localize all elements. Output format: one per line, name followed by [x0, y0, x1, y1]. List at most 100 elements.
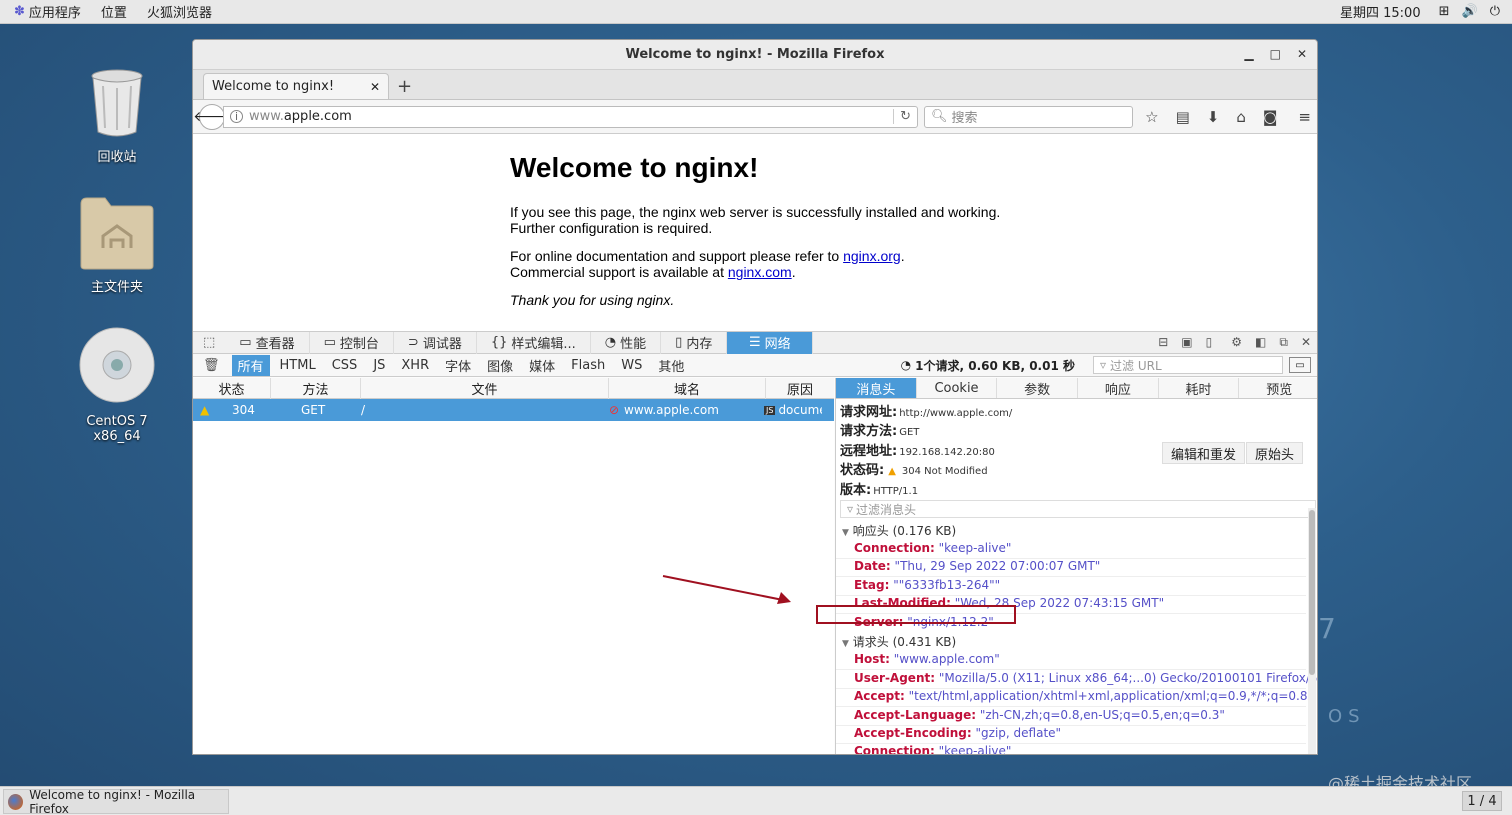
- network-icon[interactable]: ⊞: [1439, 4, 1450, 19]
- table-row[interactable]: ▲ 304 GET / ⊘ www.apple.com JS document: [193, 399, 834, 421]
- scratchpad-icon[interactable]: ▣: [1181, 335, 1192, 350]
- power-icon[interactable]: ⏻: [1490, 4, 1500, 19]
- header-key: Accept-Encoding:: [854, 726, 972, 740]
- tab-console[interactable]: ▭ 控制台: [310, 331, 394, 354]
- header-key: User-Agent:: [854, 671, 936, 685]
- details-scrollbar[interactable]: [1308, 508, 1316, 754]
- home-icon[interactable]: ⌂: [1236, 108, 1246, 126]
- tab-headers[interactable]: 消息头: [836, 378, 917, 398]
- raw-headers-button[interactable]: 原始头: [1246, 442, 1304, 464]
- tab-preview[interactable]: 预览: [1239, 378, 1317, 398]
- header-value: "zh-CN,zh;q=0.8,en-US;q=0.5,en;q=0.3": [976, 708, 1225, 722]
- nginx-com-link[interactable]: nginx.com: [728, 264, 792, 280]
- element-picker-icon[interactable]: ⬚: [193, 335, 225, 350]
- filter-fonts[interactable]: 字体: [439, 355, 477, 376]
- tab-response[interactable]: 响应: [1078, 378, 1159, 398]
- responsive-design-icon[interactable]: ▯: [1206, 335, 1213, 350]
- tab-params[interactable]: 参数: [997, 378, 1079, 398]
- places-menu[interactable]: 位置: [101, 2, 127, 21]
- reload-icon[interactable]: ↻: [893, 109, 911, 124]
- tab-inspector[interactable]: ▭ 查看器: [225, 331, 310, 354]
- filter-images[interactable]: 图像: [481, 355, 519, 376]
- toggle-details-icon[interactable]: ▭: [1289, 357, 1311, 373]
- filter-xhr[interactable]: XHR: [395, 357, 435, 374]
- minimize-icon[interactable]: ▁: [1244, 47, 1253, 61]
- clock[interactable]: 星期四 15:00: [1340, 2, 1421, 21]
- inspector-icon: ▭: [239, 335, 252, 350]
- dock-side-icon[interactable]: ◧: [1255, 335, 1266, 350]
- bookmark-star-icon[interactable]: ☆: [1145, 108, 1158, 126]
- col-domain[interactable]: 域名: [609, 377, 766, 399]
- desktop-home-folder[interactable]: 主文件夹: [62, 196, 172, 295]
- tab-close-icon[interactable]: ✕: [370, 80, 380, 94]
- header-filter-input[interactable]: ▿ 过滤消息头: [840, 500, 1316, 518]
- summary-status-label: 状态码:: [840, 463, 885, 478]
- filter-flash[interactable]: Flash: [565, 357, 611, 374]
- clear-trash-icon[interactable]: 🗑︎: [203, 358, 220, 373]
- scrollbar-thumb[interactable]: [1309, 510, 1315, 675]
- response-headers-section[interactable]: ▼ 响应头 (0.176 KB): [842, 522, 956, 539]
- maximize-icon[interactable]: □: [1270, 47, 1281, 61]
- tab-debugger[interactable]: ⊃ 调试器: [394, 331, 477, 354]
- back-arrow-icon[interactable]: 🡐: [193, 103, 231, 130]
- nginx-org-link[interactable]: nginx.org: [843, 248, 901, 264]
- filter-html[interactable]: HTML: [274, 357, 322, 374]
- close-icon[interactable]: ✕: [1297, 47, 1307, 61]
- tab-timings[interactable]: 耗时: [1159, 378, 1240, 398]
- tab-performance[interactable]: ◔ 性能: [591, 331, 662, 354]
- page-heading: Welcome to nginx!: [510, 152, 759, 183]
- request-header-row: Accept-Language: "zh-CN,zh;q=0.8,en-US;q…: [854, 708, 1225, 722]
- tab-cookies[interactable]: Cookie: [917, 378, 998, 398]
- filter-css[interactable]: CSS: [326, 357, 364, 374]
- pocket-icon[interactable]: ◙: [1263, 108, 1278, 126]
- volume-icon[interactable]: 🔊: [1462, 4, 1478, 19]
- info-icon[interactable]: i: [230, 110, 243, 123]
- top-panel: ✽ 应用程序 位置 火狐浏览器 星期四 15:00 ⊞ 🔊 ⏻: [0, 0, 1512, 24]
- tab-style-editor[interactable]: {} 样式编辑...: [477, 331, 591, 354]
- downloads-icon[interactable]: ⬇: [1207, 108, 1220, 126]
- reading-list-icon[interactable]: ▤: [1176, 108, 1190, 126]
- col-cause[interactable]: 原因: [766, 378, 834, 399]
- undock-icon[interactable]: ⧉: [1279, 335, 1288, 350]
- split-console-icon[interactable]: ⊟: [1158, 335, 1168, 350]
- search-bar[interactable]: 🔍︎ 搜索: [923, 105, 1134, 128]
- filter-js[interactable]: JS: [367, 357, 391, 374]
- url-bar[interactable]: i www. apple.com ↻: [223, 105, 918, 128]
- desktop-disc[interactable]: CentOS 7 x86_64: [62, 326, 172, 444]
- header-filter-icon: ▿: [847, 502, 854, 516]
- header-filter-placeholder: 过滤消息头: [856, 502, 917, 517]
- firefox-menu[interactable]: 火狐浏览器: [147, 2, 212, 21]
- response-section-label: 响应头 (0.176 KB): [852, 524, 957, 538]
- browser-tab[interactable]: Welcome to nginx! ✕: [203, 73, 389, 99]
- applications-menu[interactable]: 应用程序: [29, 2, 81, 21]
- col-status[interactable]: 状态: [193, 377, 271, 399]
- filter-ws[interactable]: WS: [615, 357, 648, 374]
- filter-media[interactable]: 媒体: [523, 355, 561, 376]
- intro-paragraph: If you see this page, the nginx web serv…: [510, 204, 1070, 236]
- hamburger-menu-icon[interactable]: ≡: [1298, 108, 1311, 126]
- network-filter-bar: 🗑︎ 所有 HTML CSS JS XHR 字体 图像 媒体 Flash WS …: [193, 354, 1317, 377]
- summary-url-label: 请求网址:: [840, 405, 898, 420]
- tab-network[interactable]: ☰ 网络: [727, 331, 814, 354]
- filter-url-input[interactable]: ▿ 过滤 URL: [1093, 356, 1283, 374]
- filter-other[interactable]: 其他: [652, 355, 690, 376]
- summary-url-value: http://www.apple.com/: [899, 408, 1013, 419]
- tab-memory[interactable]: ▯ 内存: [661, 331, 728, 354]
- desktop-trash[interactable]: 回收站: [62, 68, 172, 165]
- window-titlebar[interactable]: Welcome to nginx! - Mozilla Firefox ▁ □ …: [193, 40, 1317, 70]
- col-method[interactable]: 方法: [271, 377, 361, 399]
- settings-gear-icon[interactable]: ⚙: [1231, 335, 1242, 350]
- filter-all[interactable]: 所有: [231, 354, 270, 376]
- performance-analysis-icon[interactable]: ◔: [901, 358, 911, 372]
- edit-resend-button[interactable]: 编辑和重发: [1162, 442, 1246, 464]
- taskbar-window-button[interactable]: Welcome to nginx! - Mozilla Firefox: [3, 788, 229, 815]
- new-tab-icon[interactable]: +: [397, 76, 412, 97]
- col-file[interactable]: 文件: [361, 377, 609, 399]
- request-headers-section[interactable]: ▼ 请求头 (0.431 KB): [842, 633, 956, 650]
- workspace-pager[interactable]: 1 / 4: [1462, 791, 1502, 811]
- js-badge-icon: JS: [764, 405, 776, 415]
- row-divider: [836, 706, 1306, 707]
- docs-text: For online documentation and support ple…: [510, 248, 844, 264]
- performance-icon: ◔: [604, 335, 617, 350]
- devtools-close-icon[interactable]: ✕: [1301, 335, 1311, 350]
